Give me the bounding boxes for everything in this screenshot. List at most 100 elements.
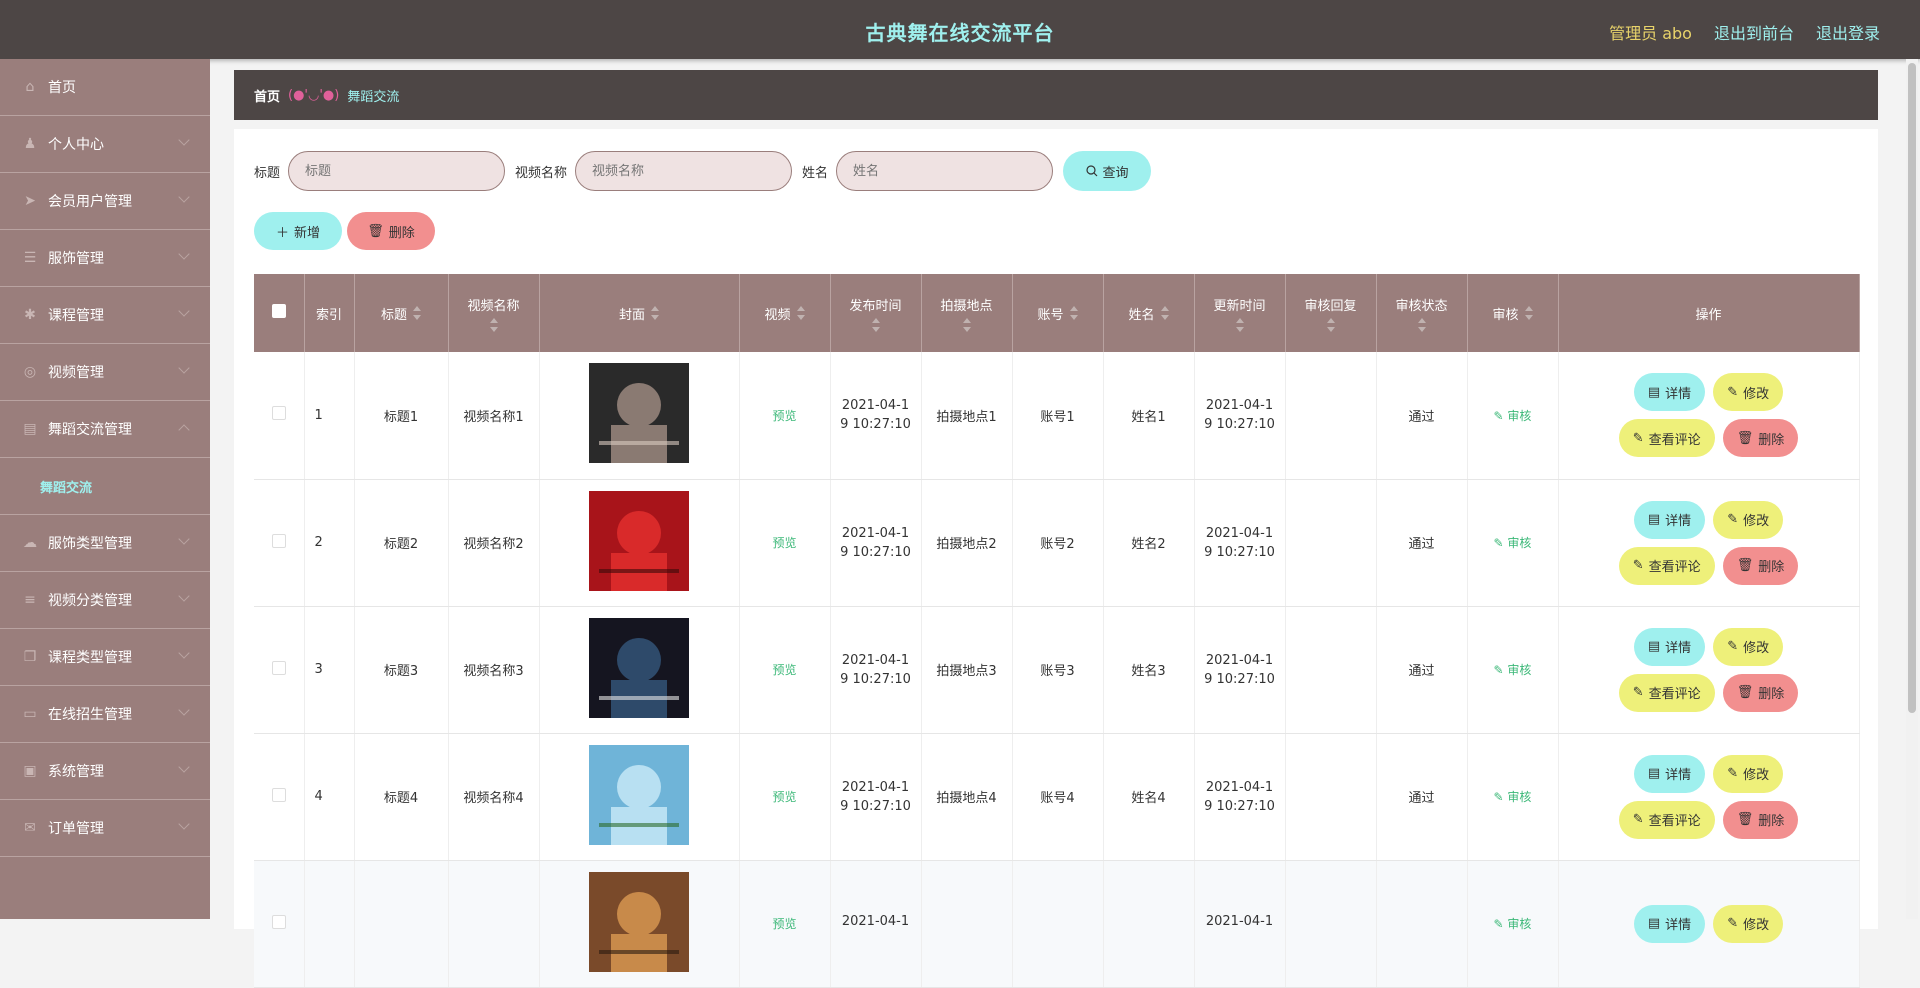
- edit-icon: ✎: [1632, 812, 1644, 827]
- detail-button[interactable]: ▤ 详情: [1633, 904, 1706, 943]
- row-delete-button[interactable]: 🗑 删除: [1722, 800, 1799, 839]
- sidebar-item[interactable]: ☰ 服饰管理: [0, 230, 210, 287]
- sort-icon[interactable]: [1160, 306, 1169, 320]
- col-cover[interactable]: 封面: [539, 274, 740, 352]
- cover-image[interactable]: [589, 490, 689, 591]
- sort-icon[interactable]: [651, 306, 659, 320]
- preview-link[interactable]: 预览: [772, 917, 796, 931]
- sort-icon[interactable]: [796, 306, 805, 320]
- row-checkbox[interactable]: [271, 660, 286, 675]
- view-comments-button[interactable]: ✎ 查看评论: [1618, 800, 1715, 839]
- title-search-input[interactable]: [288, 151, 506, 191]
- sidebar-item[interactable]: ➤ 会员用户管理: [0, 173, 210, 230]
- detail-button[interactable]: ▤ 详情: [1633, 754, 1706, 793]
- sort-icon[interactable]: [962, 317, 971, 332]
- row-checkbox[interactable]: [271, 787, 286, 802]
- edit-button[interactable]: ✎ 修改: [1713, 627, 1784, 666]
- preview-link[interactable]: 预览: [772, 536, 796, 550]
- sidebar-subitem-dance-exchange[interactable]: 舞蹈交流: [0, 458, 210, 515]
- sidebar-item[interactable]: ▭ 在线招生管理: [0, 686, 210, 743]
- row-delete-button[interactable]: 🗑 删除: [1722, 419, 1799, 458]
- col-video[interactable]: 视频: [739, 274, 831, 352]
- col-operations: 操作: [1558, 274, 1860, 352]
- sidebar-item[interactable]: ✱ 课程管理: [0, 287, 210, 344]
- table-row: 预览 2021-04-1 2021-04-1 ✎ 审核 ▤ 详情 ✎ 修改: [254, 860, 1860, 988]
- select-all-checkbox[interactable]: [271, 304, 286, 318]
- to-front-link[interactable]: 退出到前台: [1714, 20, 1794, 44]
- sidebar-item[interactable]: ☁ 服饰类型管理: [0, 515, 210, 572]
- preview-link[interactable]: 预览: [772, 409, 796, 423]
- row-checkbox[interactable]: [271, 533, 286, 548]
- sidebar-item[interactable]: ◎ 视频管理: [0, 344, 210, 401]
- col-update-time[interactable]: 更新时间: [1194, 274, 1286, 352]
- row-checkbox[interactable]: [271, 406, 286, 421]
- col-audit-status[interactable]: 审核状态: [1376, 274, 1468, 352]
- table-row: 3 标题3 视频名称3 预览 2021-04-1 9 10:27:10 拍摄地点3 账号3 姓名…: [254, 606, 1860, 734]
- audit-link[interactable]: ✎ 审核: [1494, 790, 1532, 804]
- col-audit-reply[interactable]: 审核回复: [1285, 274, 1377, 352]
- sort-icon[interactable]: [1326, 317, 1335, 332]
- col-name[interactable]: 姓名: [1103, 274, 1195, 352]
- audit-link[interactable]: ✎ 审核: [1494, 409, 1532, 423]
- sort-icon[interactable]: [1235, 317, 1244, 332]
- row-checkbox[interactable]: [271, 914, 286, 929]
- detail-button[interactable]: ▤ 详情: [1633, 500, 1706, 539]
- col-cover-label: 封面: [618, 307, 645, 323]
- preview-link[interactable]: 预览: [772, 663, 796, 677]
- col-video-name[interactable]: 视频名称: [448, 274, 540, 352]
- add-button[interactable]: ＋ 新增: [254, 212, 342, 250]
- view-comments-button[interactable]: ✎ 查看评论: [1618, 673, 1715, 712]
- name-search-input[interactable]: [836, 151, 1054, 191]
- logout-link[interactable]: 退出登录: [1816, 20, 1880, 44]
- edit-button[interactable]: ✎ 修改: [1713, 754, 1784, 793]
- sidebar-item[interactable]: ▤ 舞蹈交流管理: [0, 401, 210, 458]
- sort-icon[interactable]: [871, 317, 880, 332]
- edit-button[interactable]: ✎ 修改: [1713, 904, 1784, 943]
- title-cell: [354, 860, 449, 988]
- sidebar-item[interactable]: ≡ 视频分类管理: [0, 572, 210, 629]
- cover-image[interactable]: [589, 617, 689, 718]
- col-audit[interactable]: 审核: [1467, 274, 1559, 352]
- edit-button[interactable]: ✎ 修改: [1713, 373, 1784, 412]
- detail-button[interactable]: ▤ 详情: [1633, 373, 1706, 412]
- sidebar-item[interactable]: ♟ 个人中心: [0, 116, 210, 173]
- row-delete-button[interactable]: 🗑 删除: [1722, 546, 1799, 585]
- edit-button[interactable]: ✎ 修改: [1713, 500, 1784, 539]
- sort-icon[interactable]: [1069, 306, 1078, 320]
- detail-button[interactable]: ▤ 详情: [1633, 627, 1706, 666]
- sort-icon[interactable]: [1417, 317, 1426, 332]
- page-scrollbar[interactable]: [1906, 59, 1918, 919]
- cover-image[interactable]: [589, 363, 689, 464]
- sidebar-item[interactable]: ▣ 系统管理: [0, 743, 210, 800]
- cover-image[interactable]: [589, 871, 689, 972]
- sort-icon[interactable]: [1524, 306, 1533, 320]
- edit-icon: ✎: [1493, 408, 1508, 423]
- view-comments-button[interactable]: ✎ 查看评论: [1618, 419, 1715, 458]
- batch-delete-button[interactable]: 🗑 删除: [347, 212, 435, 250]
- sort-icon[interactable]: [413, 306, 421, 320]
- publish-time-line1: 2021-04-1: [841, 779, 910, 795]
- sort-icon[interactable]: [489, 317, 498, 332]
- col-publish-time[interactable]: 发布时间: [830, 274, 922, 352]
- breadcrumb-home[interactable]: 首页: [254, 86, 280, 105]
- scrollbar-thumb[interactable]: [1908, 63, 1916, 713]
- query-button[interactable]: 查询: [1063, 151, 1152, 191]
- video-name-search-input[interactable]: [575, 151, 793, 191]
- sidebar-item-label: 在线招生管理: [48, 707, 132, 723]
- audit-link[interactable]: ✎ 审核: [1494, 663, 1532, 677]
- col-location[interactable]: 拍摄地点: [921, 274, 1013, 352]
- update-time-line1: 2021-04-1: [1205, 914, 1274, 929]
- sidebar-item[interactable]: ⌂ 首页: [0, 59, 210, 116]
- col-index: 索引: [304, 274, 355, 352]
- audit-link[interactable]: ✎ 审核: [1494, 536, 1532, 550]
- col-account[interactable]: 账号: [1012, 274, 1104, 352]
- audit-link[interactable]: ✎ 审核: [1494, 917, 1532, 931]
- col-title[interactable]: 标题: [354, 274, 449, 352]
- document-icon: ▤: [1647, 639, 1661, 654]
- sidebar-item[interactable]: ✉ 订单管理: [0, 800, 210, 857]
- cover-image[interactable]: [589, 744, 689, 845]
- view-comments-button[interactable]: ✎ 查看评论: [1618, 546, 1715, 585]
- sidebar-item[interactable]: ❐ 课程类型管理: [0, 629, 210, 686]
- row-delete-button[interactable]: 🗑 删除: [1722, 673, 1799, 712]
- preview-link[interactable]: 预览: [772, 790, 796, 804]
